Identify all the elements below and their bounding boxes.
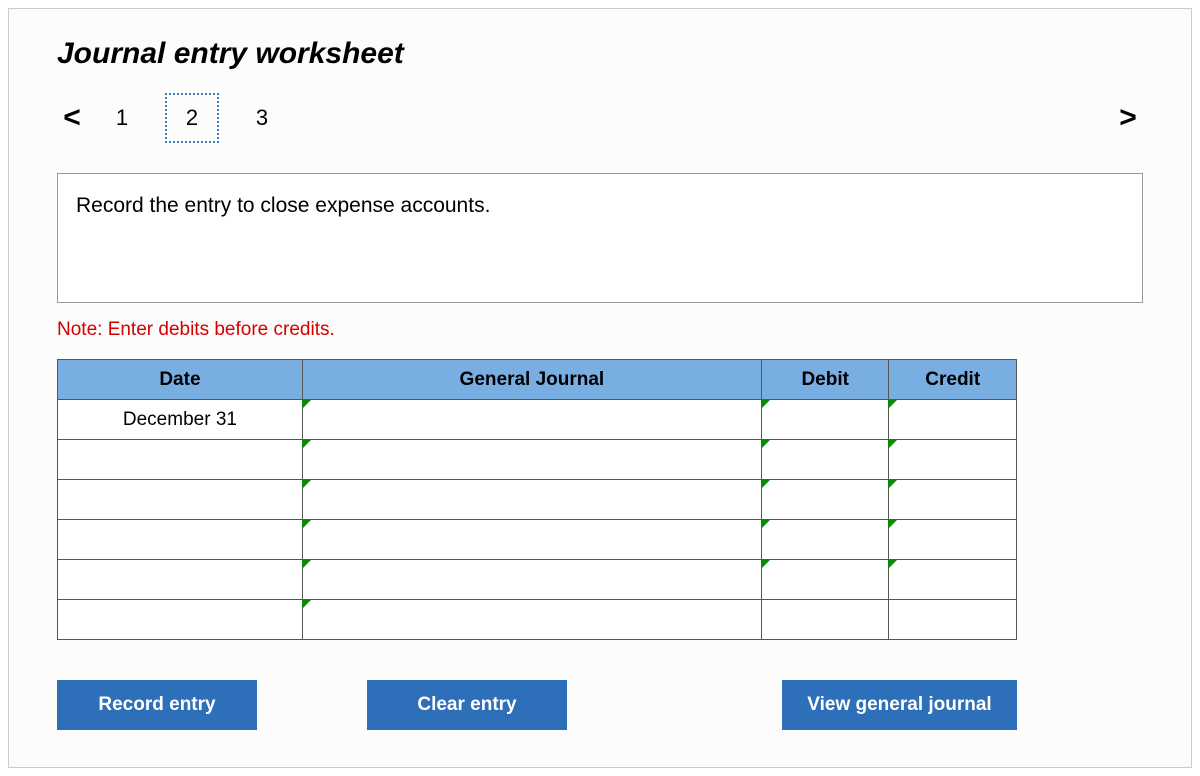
cell-credit[interactable] <box>889 520 1017 560</box>
cell-debit[interactable] <box>761 600 889 640</box>
cell-debit[interactable] <box>761 520 889 560</box>
cell-credit[interactable] <box>889 440 1017 480</box>
cell-debit[interactable] <box>761 560 889 600</box>
header-date: Date <box>58 360 303 400</box>
table-row <box>58 440 1017 480</box>
cell-credit[interactable] <box>889 600 1017 640</box>
table-row <box>58 560 1017 600</box>
cell-date[interactable] <box>58 560 303 600</box>
table-row: December 31 <box>58 400 1017 440</box>
cell-date[interactable] <box>58 520 303 560</box>
header-credit: Credit <box>889 360 1017 400</box>
header-journal: General Journal <box>302 360 761 400</box>
view-general-journal-button[interactable]: View general journal <box>782 680 1017 730</box>
cell-credit[interactable] <box>889 560 1017 600</box>
step-navigation: < 1 2 3 > <box>57 93 1143 143</box>
cell-date[interactable] <box>58 600 303 640</box>
cell-journal[interactable] <box>302 400 761 440</box>
header-debit: Debit <box>761 360 889 400</box>
next-arrow-icon[interactable]: > <box>1113 101 1143 135</box>
page-title: Journal entry worksheet <box>57 37 1143 71</box>
prev-arrow-icon[interactable]: < <box>57 101 87 135</box>
cell-date[interactable]: December 31 <box>58 400 303 440</box>
button-row: Record entry Clear entry View general jo… <box>57 680 1017 730</box>
cell-debit[interactable] <box>761 480 889 520</box>
table-row <box>58 600 1017 640</box>
cell-credit[interactable] <box>889 480 1017 520</box>
cell-date[interactable] <box>58 440 303 480</box>
record-entry-button[interactable]: Record entry <box>57 680 257 730</box>
table-row <box>58 520 1017 560</box>
cell-debit[interactable] <box>761 400 889 440</box>
journal-table: Date General Journal Debit Credit Decemb… <box>57 359 1017 640</box>
cell-journal[interactable] <box>302 520 761 560</box>
instructions-box: Record the entry to close expense accoun… <box>57 173 1143 303</box>
cell-debit[interactable] <box>761 440 889 480</box>
cell-date[interactable] <box>58 480 303 520</box>
clear-entry-button[interactable]: Clear entry <box>367 680 567 730</box>
table-row <box>58 480 1017 520</box>
cell-journal[interactable] <box>302 480 761 520</box>
step-1[interactable]: 1 <box>95 93 149 143</box>
cell-journal[interactable] <box>302 600 761 640</box>
worksheet-panel: Journal entry worksheet < 1 2 3 > Record… <box>8 8 1192 768</box>
note-text: Note: Enter debits before credits. <box>57 319 1143 341</box>
cell-journal[interactable] <box>302 440 761 480</box>
cell-journal[interactable] <box>302 560 761 600</box>
step-2[interactable]: 2 <box>165 93 219 143</box>
cell-credit[interactable] <box>889 400 1017 440</box>
step-3[interactable]: 3 <box>235 93 289 143</box>
